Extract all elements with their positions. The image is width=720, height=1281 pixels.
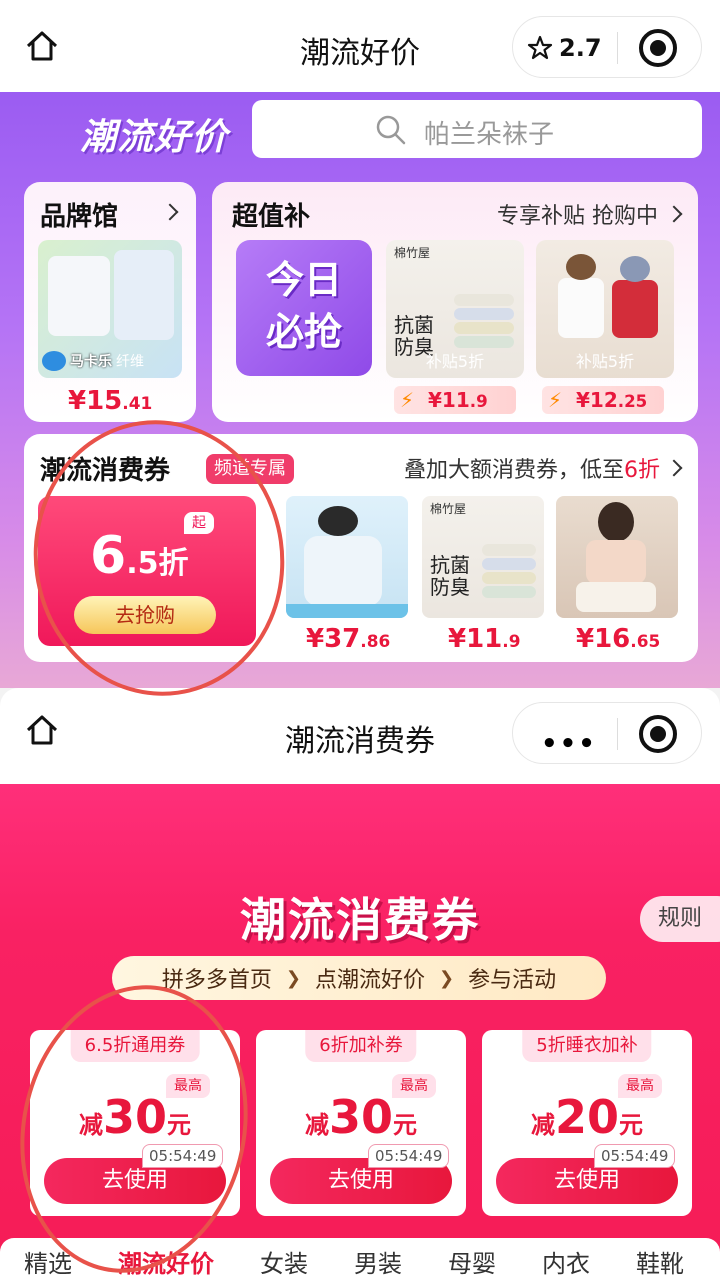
countdown-timer: 05:54:49 <box>142 1144 224 1168</box>
product-brand: 棉竹屋 <box>394 246 431 260</box>
brand-product-label: 马卡乐 <box>70 354 112 370</box>
product-towel-image[interactable]: 棉竹屋 抗菌 防臭 <box>422 496 544 618</box>
lightning-icon: ⚡ <box>548 388 563 412</box>
chevron-right-icon <box>665 459 683 477</box>
chevron-right-icon: ❯ <box>439 967 455 989</box>
coupon-amount: 减30元 <box>304 1090 417 1144</box>
step-3: 参与活动 <box>468 968 557 993</box>
tab-underwear[interactable]: 内衣 <box>542 1244 590 1281</box>
tab-women[interactable]: 女装 <box>260 1244 308 1281</box>
step-1: 拼多多首页 <box>161 968 272 993</box>
coupon-type: 6.5折通用券 <box>70 1030 200 1062</box>
product-price: ¥37.86 <box>306 624 391 654</box>
coupon-card[interactable]: 6折加补券 最高 减30元 去使用 05:54:49 <box>256 1030 466 1216</box>
trend-coupon-title: 潮流消费券 <box>40 456 171 486</box>
brand-product-image[interactable]: 马卡乐 纤维 <box>38 240 182 378</box>
capsule-divider <box>617 718 618 750</box>
coupon-amount: 减30元 <box>78 1090 191 1144</box>
brand-hall-title: 品牌馆 <box>40 202 119 232</box>
step-2: 点潮流好价 <box>314 968 425 993</box>
discount-value: 6.5折 <box>90 526 189 586</box>
today-must-buy-banner[interactable]: 今日 必抢 <box>236 240 372 376</box>
coupon-type: 5折睡衣加补 <box>522 1030 652 1062</box>
miniapp-capsule: ••• <box>512 702 702 764</box>
more-icon[interactable]: ••• <box>541 729 597 759</box>
grab-button[interactable]: 去抢购 <box>74 596 216 634</box>
from-badge: 起 <box>184 512 214 534</box>
rating-value: 2.7 <box>559 34 602 62</box>
brand-logo-icon <box>42 351 66 371</box>
miniapp-capsule: 2.7 <box>512 16 702 78</box>
chevron-right-icon <box>161 203 179 221</box>
tab-men[interactable]: 男装 <box>354 1244 402 1281</box>
tab-shoes[interactable]: 鞋靴 <box>636 1244 684 1281</box>
trend-coupon-card[interactable]: 潮流消费券 频道专属 叠加大额消费券，低至 6折 起 6.5折 去抢购 ¥37.8… <box>24 434 698 662</box>
flash-price-tag: ⚡ ¥12.25 <box>542 386 664 414</box>
coupon-section-title: 潮流消费券 <box>240 893 480 947</box>
rules-button[interactable]: 规则 <box>640 896 720 942</box>
countdown-timer: 05:54:49 <box>594 1144 676 1168</box>
trend-coupon-subtitle[interactable]: 叠加大额消费券，低至 6折 <box>404 452 683 484</box>
capsule-divider <box>617 32 618 64</box>
product-sunshirt-image[interactable] <box>286 496 408 618</box>
tab-trend[interactable]: 潮流好价 <box>118 1244 214 1281</box>
product-price: ¥11.9 <box>448 624 521 654</box>
brand-hall-card[interactable]: 品牌馆 马卡乐 纤维 ¥15.41 <box>24 182 196 422</box>
product-price: ¥16.65 <box>576 624 661 654</box>
search-icon <box>376 115 406 145</box>
top-nav-bar: 潮流好价 2.7 <box>0 0 720 92</box>
subsidy-label: 补贴5折 <box>425 352 485 371</box>
channel-exclusive-badge: 频道专属 <box>206 454 294 484</box>
subsidy-label: 补贴5折 <box>575 352 635 371</box>
activity-steps: 拼多多首页 ❯ 点潮流好价 ❯ 参与活动 <box>112 956 606 1000</box>
brand-logo-text: 潮流好价 <box>80 117 229 158</box>
chevron-right-icon: ❯ <box>285 967 301 989</box>
coupon-amount: 减20元 <box>530 1090 643 1144</box>
star-icon <box>527 35 553 60</box>
countdown-timer: 05:54:49 <box>368 1144 450 1168</box>
super-value-title: 超值补 <box>232 202 311 232</box>
product-towel-image[interactable]: 棉竹屋 抗菌 防臭 补贴5折 <box>386 240 524 378</box>
tab-baby[interactable]: 母婴 <box>448 1244 496 1281</box>
discount-coupon-banner[interactable]: 起 6.5折 去抢购 <box>38 496 256 646</box>
flash-price-tag: ⚡ ¥11.9 <box>394 386 516 414</box>
product-dress-image[interactable] <box>556 496 678 618</box>
rating-button[interactable]: 2.7 <box>527 31 602 65</box>
chevron-right-icon <box>665 205 683 223</box>
category-tabs: 精选 潮流好价 女装 男装 母婴 内衣 鞋靴 <box>0 1238 720 1281</box>
lightning-icon: ⚡ <box>400 388 415 412</box>
brand-price: ¥15.41 <box>68 386 153 416</box>
second-nav-bar: 潮流消费券 ••• <box>0 688 720 784</box>
tab-featured[interactable]: 精选 <box>24 1244 72 1281</box>
coupon-type: 6折加补券 <box>305 1030 417 1062</box>
product-kids-image[interactable]: 补贴5折 <box>536 240 674 378</box>
coupon-card[interactable]: 5折睡衣加补 最高 减20元 去使用 05:54:49 <box>482 1030 692 1216</box>
close-miniapp-icon[interactable] <box>639 715 677 753</box>
search-bar[interactable]: 帕兰朵袜子 <box>252 100 702 158</box>
search-placeholder: 帕兰朵袜子 <box>424 120 555 150</box>
brand-label: 马卡乐 纤维 <box>42 350 178 372</box>
super-value-card[interactable]: 超值补 专享补贴 抢购中 今日 必抢 棉竹屋 抗菌 防臭 补贴5折 补贴5折 ⚡ … <box>212 182 698 422</box>
coupon-card[interactable]: 6.5折通用券 最高 减30元 去使用 05:54:49 <box>30 1030 240 1216</box>
brand-product-tag: 纤维 <box>116 354 144 370</box>
close-miniapp-icon[interactable] <box>639 29 677 67</box>
super-value-subtitle[interactable]: 专享补贴 抢购中 <box>497 198 683 230</box>
